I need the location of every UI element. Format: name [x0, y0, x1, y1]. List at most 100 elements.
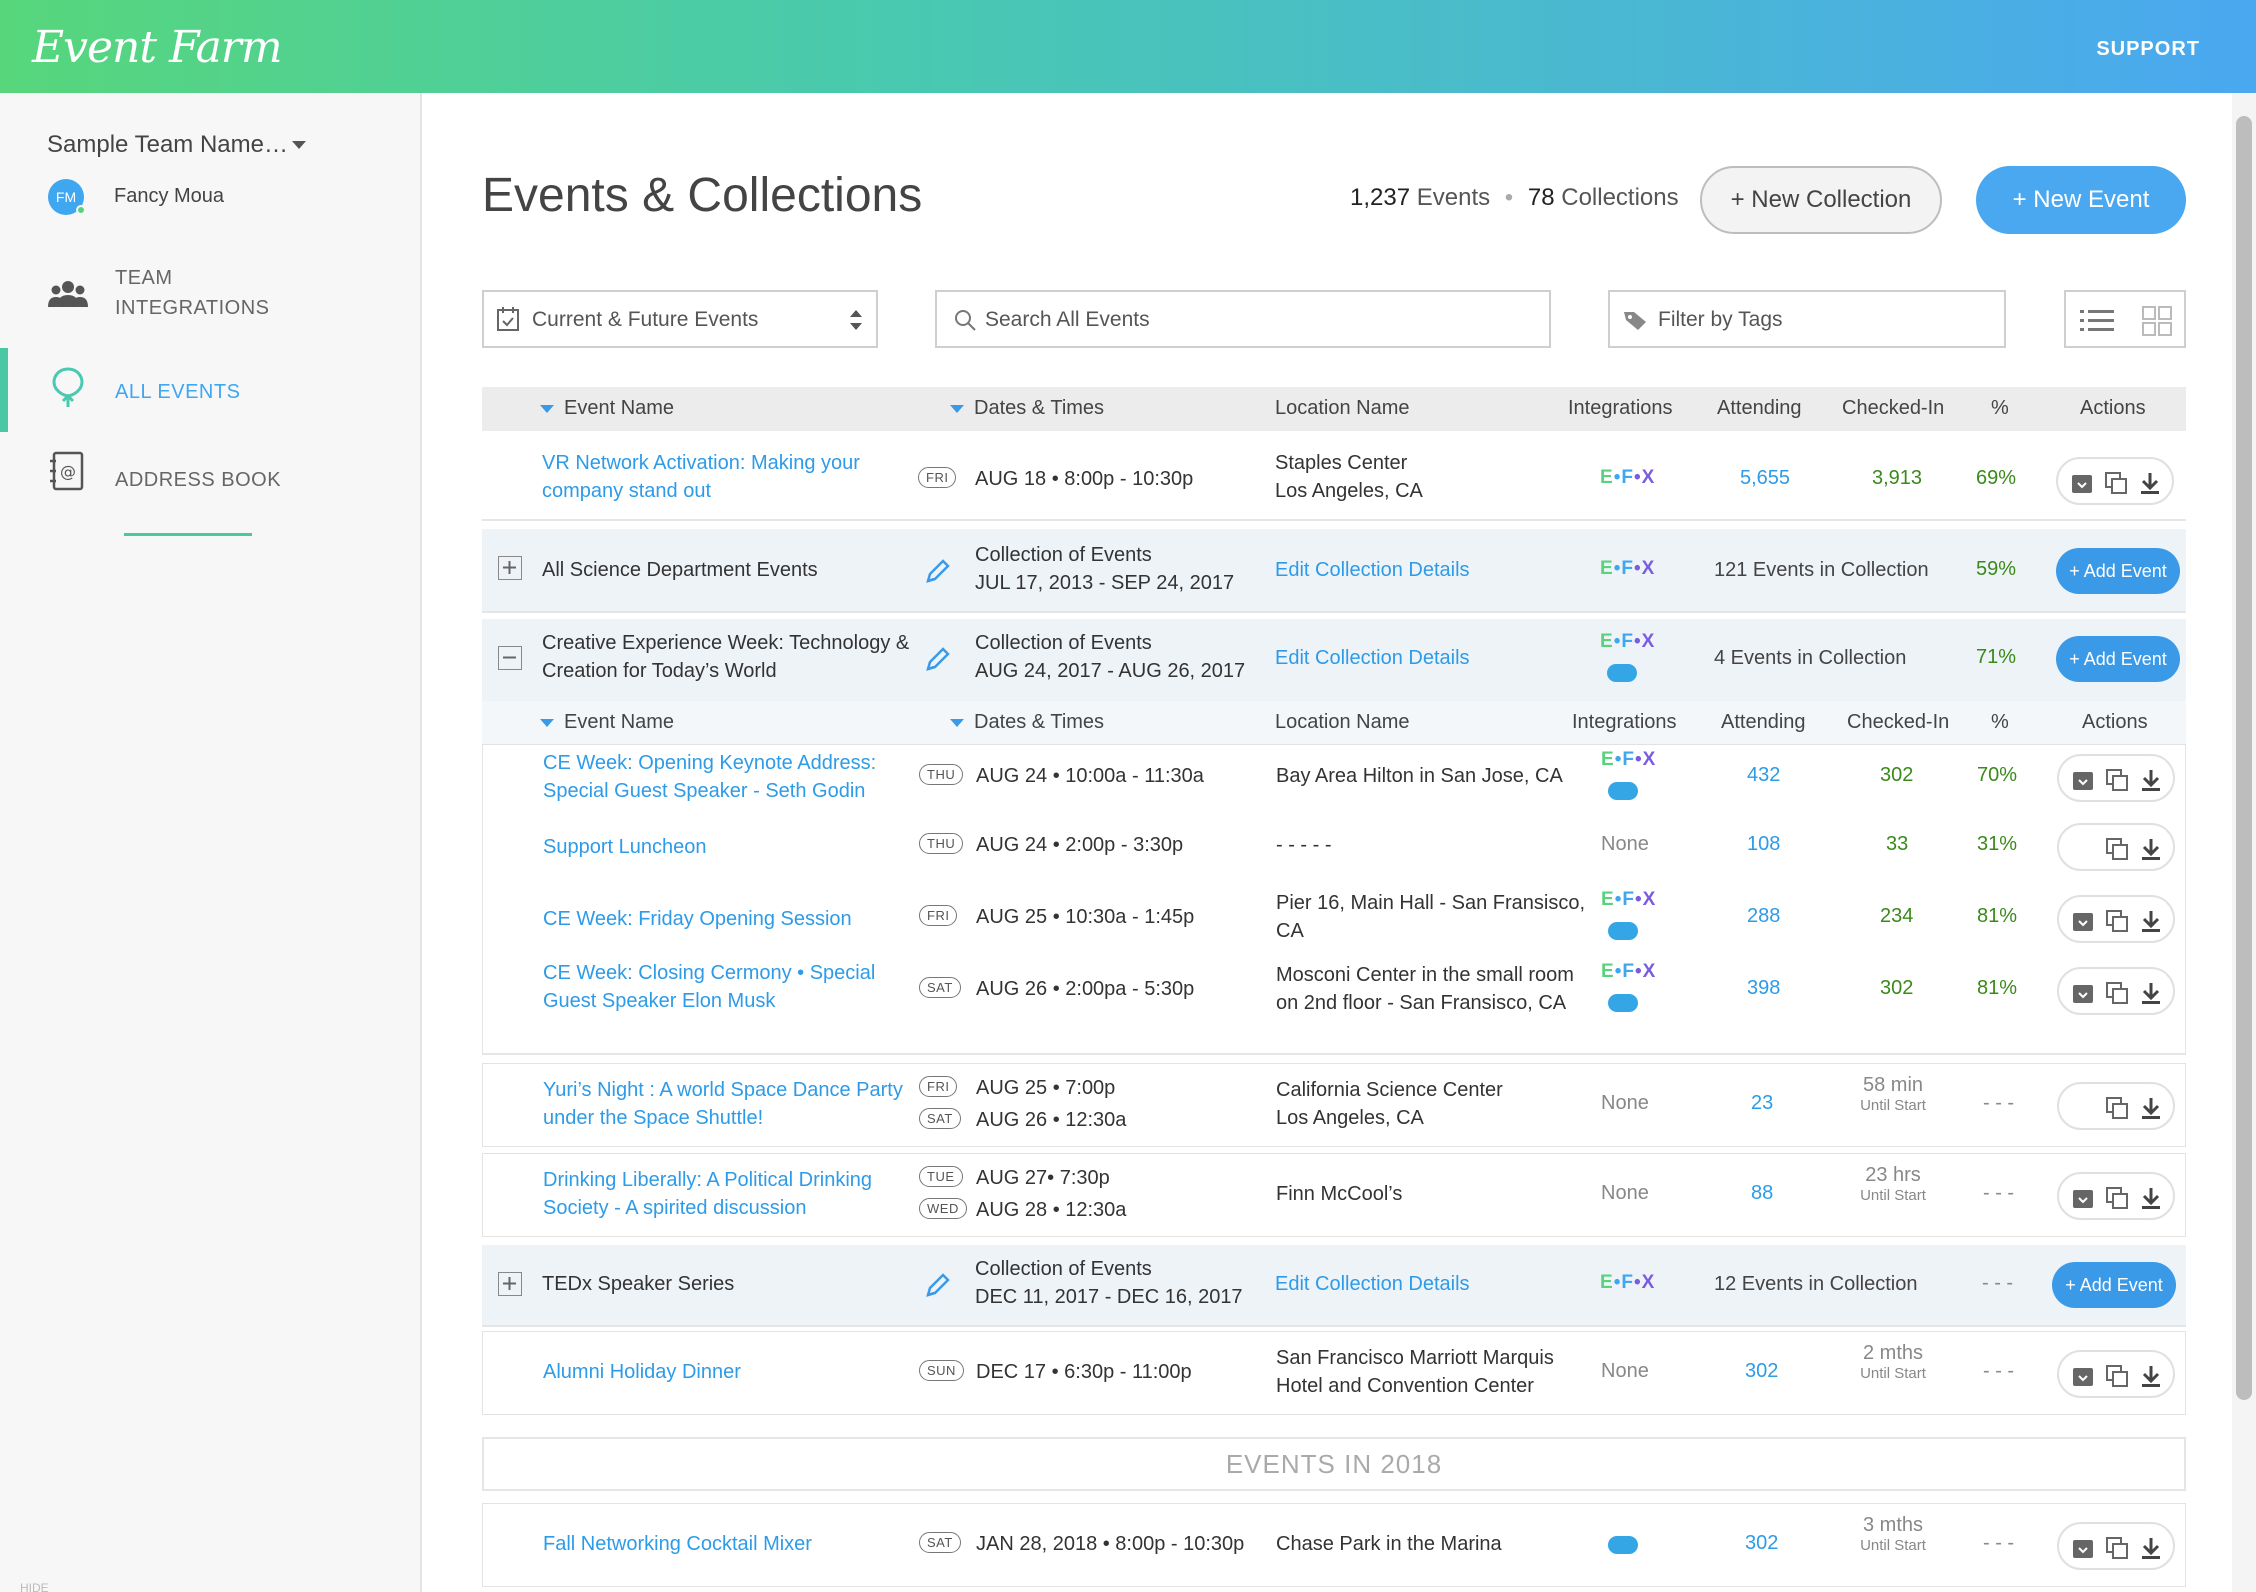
download-icon[interactable]: [2139, 1096, 2163, 1120]
col-attending[interactable]: Attending: [1717, 397, 1802, 420]
table-row[interactable]: CE Week: Opening Keynote Address: Special…: [483, 745, 2185, 811]
collection-row[interactable]: Creative Experience Week: Technology & Cr…: [482, 619, 2186, 701]
download-icon[interactable]: [2139, 1186, 2163, 1210]
attending-count[interactable]: 5,655: [1740, 467, 1790, 490]
sidebar-item-team-integrations[interactable]: TEAM INTEGRATIONS: [0, 263, 420, 343]
event-name-link[interactable]: Support Luncheon: [543, 833, 706, 861]
duplicate-icon[interactable]: [2105, 981, 2129, 1005]
duplicate-icon[interactable]: [2105, 1186, 2129, 1210]
add-event-button[interactable]: + Add Event: [2056, 636, 2180, 682]
attending-count[interactable]: 23: [1751, 1092, 1773, 1115]
collapse-icon[interactable]: [498, 646, 522, 670]
table-row[interactable]: Support Luncheon THU AUG 24 • 2:00p - 3:…: [483, 815, 2185, 881]
archive-icon[interactable]: [2071, 1364, 2095, 1388]
archive-icon[interactable]: [2071, 981, 2095, 1005]
event-name-link[interactable]: VR Network Activation: Making your compan…: [542, 449, 860, 505]
download-icon[interactable]: [2139, 1536, 2163, 1560]
collection-name[interactable]: All Science Department Events: [542, 556, 818, 584]
attending-count[interactable]: 432: [1747, 764, 1780, 787]
col-location[interactable]: Location Name: [1275, 397, 1410, 420]
download-icon[interactable]: [2138, 471, 2162, 495]
download-icon[interactable]: [2139, 768, 2163, 792]
col-dates[interactable]: Dates & Times: [950, 711, 1104, 734]
archive-icon[interactable]: [2070, 471, 2094, 495]
col-dates[interactable]: Dates & Times: [950, 397, 1104, 420]
expand-icon[interactable]: [498, 556, 522, 580]
table-row[interactable]: Fall Networking Cocktail Mixer SAT JAN 2…: [482, 1503, 2186, 1587]
col-event-name[interactable]: Event Name: [540, 397, 674, 420]
duplicate-icon[interactable]: [2105, 1536, 2129, 1560]
col-checked-in[interactable]: Checked-In: [1842, 397, 1944, 420]
add-event-button[interactable]: + Add Event: [2056, 548, 2180, 594]
edit-collection-link[interactable]: Edit Collection Details: [1275, 1270, 1470, 1298]
attending-count[interactable]: 288: [1747, 905, 1780, 928]
attending-count[interactable]: 398: [1747, 977, 1780, 1000]
col-integrations[interactable]: Integrations: [1568, 397, 1673, 420]
user-name[interactable]: Fancy Moua: [114, 185, 224, 208]
list-view-icon[interactable]: [2080, 308, 2114, 332]
hide-sidebar-link[interactable]: HIDE: [20, 1581, 49, 1592]
collection-name[interactable]: TEDx Speaker Series: [542, 1270, 734, 1298]
event-name-link[interactable]: CE Week: Closing Cermony • Special Guest …: [543, 959, 875, 1015]
table-row[interactable]: CE Week: Friday Opening Session FRI AUG …: [483, 885, 2185, 955]
collection-row[interactable]: All Science Department Events Collection…: [482, 529, 2186, 613]
grid-view-icon[interactable]: [2142, 306, 2172, 336]
duplicate-icon[interactable]: [2105, 1096, 2129, 1120]
col-location[interactable]: Location Name: [1275, 711, 1410, 734]
edit-collection-link[interactable]: Edit Collection Details: [1275, 644, 1470, 672]
archive-icon[interactable]: [2071, 1186, 2095, 1210]
table-row[interactable]: VR Network Activation: Making your compan…: [482, 437, 2186, 521]
edit-pencil-icon[interactable]: [924, 645, 952, 673]
col-integrations[interactable]: Integrations: [1572, 711, 1677, 734]
attending-count[interactable]: 88: [1751, 1182, 1773, 1205]
chevron-down-icon[interactable]: [292, 141, 306, 149]
download-icon[interactable]: [2139, 981, 2163, 1005]
event-name-link[interactable]: Fall Networking Cocktail Mixer: [543, 1530, 812, 1558]
duplicate-icon[interactable]: [2105, 837, 2129, 861]
col-attending[interactable]: Attending: [1721, 711, 1806, 734]
event-range-select[interactable]: Current & Future Events: [482, 290, 878, 348]
expand-icon[interactable]: [498, 1272, 522, 1296]
duplicate-icon[interactable]: [2105, 909, 2129, 933]
attending-count[interactable]: 302: [1745, 1360, 1778, 1383]
attending-count[interactable]: 302: [1745, 1532, 1778, 1555]
add-event-button[interactable]: + Add Event: [2052, 1262, 2176, 1308]
edit-collection-link[interactable]: Edit Collection Details: [1275, 556, 1470, 584]
archive-icon[interactable]: [2071, 909, 2095, 933]
col-percent[interactable]: %: [1991, 711, 2009, 734]
event-farm-logo[interactable]: Event Farm: [32, 22, 283, 73]
table-row[interactable]: Alumni Holiday Dinner SUN DEC 17 • 6:30p…: [482, 1331, 2186, 1415]
archive-icon[interactable]: [2071, 768, 2095, 792]
col-checked-in[interactable]: Checked-In: [1847, 711, 1949, 734]
duplicate-icon[interactable]: [2105, 768, 2129, 792]
event-name-link[interactable]: Alumni Holiday Dinner: [543, 1358, 741, 1386]
support-link[interactable]: SUPPORT: [2096, 38, 2200, 61]
team-name-selector[interactable]: Sample Team Name…: [47, 131, 288, 159]
download-icon[interactable]: [2139, 1364, 2163, 1388]
duplicate-icon[interactable]: [2105, 1364, 2129, 1388]
archive-icon[interactable]: [2071, 1536, 2095, 1560]
event-name-link[interactable]: Yuri’s Night : A world Space Dance Party…: [543, 1076, 903, 1132]
collection-row[interactable]: TEDx Speaker Series Collection of Events…: [482, 1245, 2186, 1327]
table-row[interactable]: Drinking Liberally: A Political Drinking…: [482, 1153, 2186, 1237]
search-input[interactable]: Search All Events: [935, 290, 1551, 348]
table-row[interactable]: Yuri’s Night : A world Space Dance Party…: [482, 1063, 2186, 1147]
duplicate-icon[interactable]: [2104, 471, 2128, 495]
col-percent[interactable]: %: [1991, 397, 2009, 420]
new-collection-button[interactable]: + New Collection: [1700, 166, 1942, 234]
col-event-name[interactable]: Event Name: [540, 711, 674, 734]
tags-filter-input[interactable]: Filter by Tags: [1608, 290, 2006, 348]
download-icon[interactable]: [2139, 837, 2163, 861]
new-event-button[interactable]: + New Event: [1976, 166, 2186, 234]
collection-name[interactable]: Creative Experience Week: Technology & Cr…: [542, 629, 909, 685]
table-row[interactable]: CE Week: Closing Cermony • Special Guest …: [483, 957, 2185, 1027]
event-name-link[interactable]: CE Week: Opening Keynote Address: Special…: [543, 749, 876, 805]
event-name-link[interactable]: Drinking Liberally: A Political Drinking…: [543, 1166, 872, 1222]
sidebar-item-all-events[interactable]: ALL EVENTS: [0, 351, 420, 431]
attending-count[interactable]: 108: [1747, 833, 1780, 856]
sidebar-item-address-book[interactable]: @ ADDRESS BOOK: [0, 437, 420, 517]
scrollbar-thumb[interactable]: [2236, 116, 2252, 1400]
edit-pencil-icon[interactable]: [924, 557, 952, 585]
event-name-link[interactable]: CE Week: Friday Opening Session: [543, 905, 852, 933]
edit-pencil-icon[interactable]: [924, 1271, 952, 1299]
